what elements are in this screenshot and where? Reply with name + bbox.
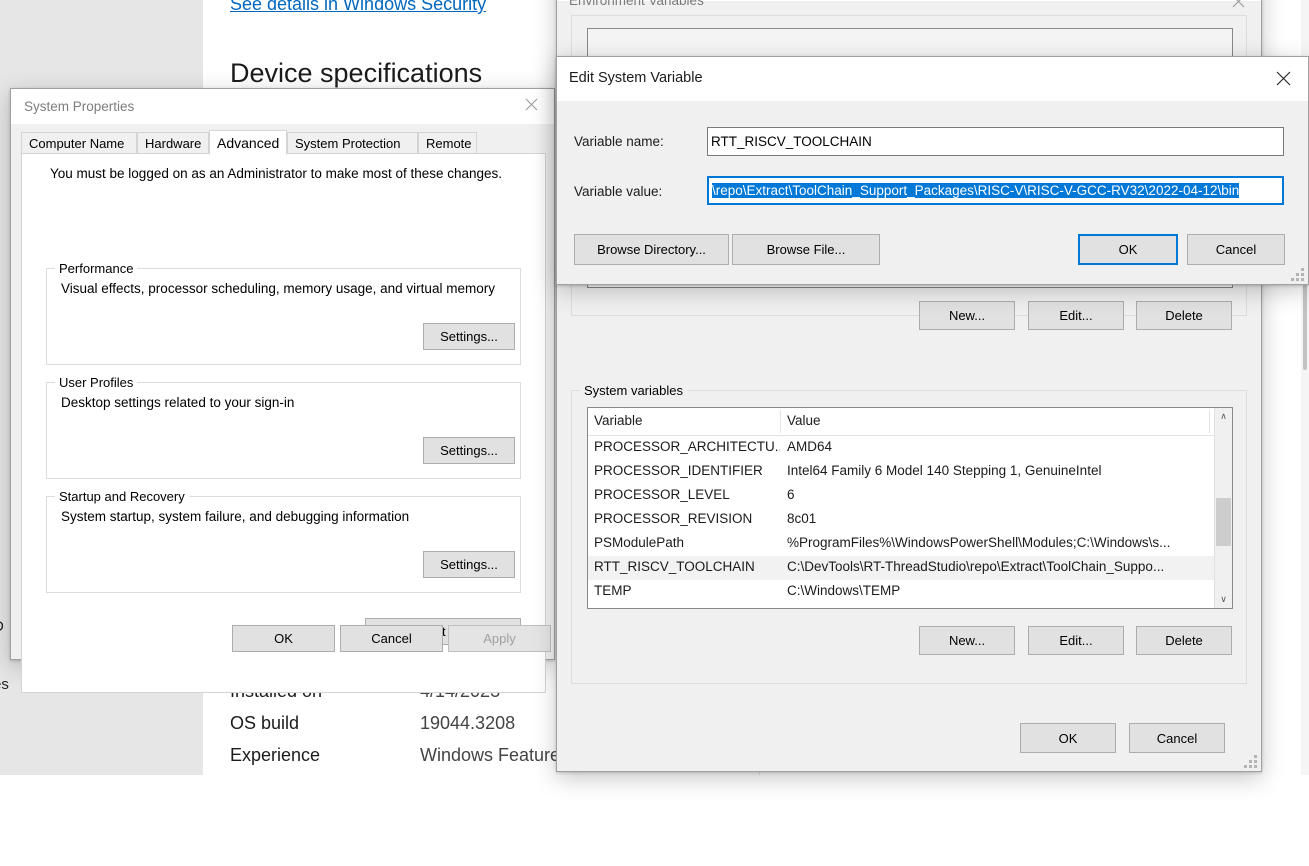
listview-header: Variable Value <box>588 408 1232 436</box>
variable-name-value: RTT_RISCV_TOOLCHAIN <box>711 134 872 149</box>
variable-name-label: Variable name: <box>574 134 664 149</box>
scroll-up-icon[interactable]: ∧ <box>1215 408 1232 425</box>
cell-value: C:\Windows\TEMP <box>787 583 901 598</box>
cell-variable: PROCESSOR_LEVEL <box>594 487 730 502</box>
sidebar-item-fragment[interactable]: es <box>0 676 9 693</box>
startup-recovery-settings-button[interactable]: Settings... <box>423 551 515 578</box>
cell-value: %ProgramFiles%\WindowsPowerShell\Modules… <box>787 535 1171 550</box>
performance-settings-button[interactable]: Settings... <box>423 323 515 350</box>
system-variables-groupbox: System variables Variable Value PROCESSO… <box>571 383 1247 684</box>
column-header-variable[interactable]: Variable <box>594 413 643 428</box>
resize-grip[interactable] <box>1244 755 1258 768</box>
system-properties-dialog: System Properties Computer Name Hardware… <box>10 88 555 693</box>
column-separator[interactable] <box>780 410 781 433</box>
system-properties-ok-button[interactable]: OK <box>232 625 335 652</box>
close-icon[interactable] <box>1215 0 1261 16</box>
cell-variable: PROCESSOR_IDENTIFIER <box>594 463 763 478</box>
table-row[interactable]: PROCESSOR_REVISION 8c01 <box>588 508 1232 532</box>
edit-system-variable-cancel-button[interactable]: Cancel <box>1187 234 1285 265</box>
variable-value-value: \repo\Extract\ToolChain_Support_Packages… <box>712 183 1240 198</box>
user-profiles-groupbox: User Profiles Desktop settings related t… <box>46 375 521 479</box>
resize-grip[interactable] <box>1291 268 1305 281</box>
system-variables-new-button[interactable]: New... <box>919 626 1015 655</box>
performance-groupbox-label: Performance <box>55 261 138 276</box>
column-separator[interactable] <box>1209 410 1210 433</box>
variable-value-label: Variable value: <box>574 184 663 199</box>
column-header-value[interactable]: Value <box>787 413 821 428</box>
environment-variables-titlebar: Environment Variables <box>557 0 1261 8</box>
browse-file-button[interactable]: Browse File... <box>732 234 880 265</box>
cell-value: C:\Windows\TEMP <box>787 607 900 608</box>
system-variables-edit-button[interactable]: Edit... <box>1028 626 1124 655</box>
cell-variable: TEMP <box>594 583 632 598</box>
see-details-in-windows-security-link[interactable]: See details in Windows Security <box>230 0 486 15</box>
user-variables-new-button[interactable]: New... <box>919 301 1015 330</box>
system-variables-listview[interactable]: Variable Value PROCESSOR_ARCHITECTU... A… <box>587 407 1233 609</box>
system-properties-titlebar: System Properties <box>11 89 554 124</box>
performance-groupbox: Performance Visual effects, processor sc… <box>46 261 521 365</box>
user-variables-delete-button[interactable]: Delete <box>1136 301 1232 330</box>
table-row[interactable]: PROCESSOR_IDENTIFIER Intel64 Family 6 Mo… <box>588 460 1232 484</box>
cell-value: Intel64 Family 6 Model 140 Stepping 1, G… <box>787 463 1102 478</box>
performance-description: Visual effects, processor scheduling, me… <box>61 281 495 296</box>
device-specifications-heading: Device specifications <box>230 58 483 88</box>
table-row-selected[interactable]: RTT_RISCV_TOOLCHAIN C:\DevTools\RT-Threa… <box>588 556 1232 580</box>
system-variables-groupbox-label: System variables <box>580 383 687 398</box>
table-row[interactable]: PROCESSOR_LEVEL 6 <box>588 484 1232 508</box>
edit-system-variable-dialog: Edit System Variable Variable name: RTT_… <box>556 56 1309 285</box>
cell-value: AMD64 <box>787 439 833 454</box>
browse-directory-button[interactable]: Browse Directory... <box>574 234 729 265</box>
cell-value: 6 <box>787 487 795 502</box>
edit-system-variable-titlebar: Edit System Variable <box>557 57 1308 101</box>
edit-system-variable-title: Edit System Variable <box>569 70 703 86</box>
table-row[interactable]: PSModulePath %ProgramFiles%\WindowsPower… <box>588 532 1232 556</box>
system-variables-delete-button[interactable]: Delete <box>1136 626 1232 655</box>
tab-system-protection[interactable]: System Protection <box>287 132 418 154</box>
administrator-hint: You must be logged on as an Administrato… <box>50 166 503 181</box>
startup-recovery-groupbox: Startup and Recovery System startup, sys… <box>46 489 521 593</box>
tab-remote[interactable]: Remote <box>418 132 477 154</box>
table-row[interactable]: TMP C:\Windows\TEMP <box>588 604 1232 608</box>
listview-scrollbar[interactable]: ∧ ∨ <box>1214 408 1232 608</box>
cell-value: 8c01 <box>787 511 817 526</box>
environment-variables-ok-button[interactable]: OK <box>1020 723 1116 753</box>
variable-name-input[interactable]: RTT_RISCV_TOOLCHAIN <box>707 127 1284 156</box>
user-variables-edit-button[interactable]: Edit... <box>1028 301 1124 330</box>
user-profiles-groupbox-label: User Profiles <box>55 375 138 390</box>
advanced-tab-page: You must be logged on as an Administrato… <box>21 153 546 693</box>
close-icon[interactable] <box>1260 63 1306 93</box>
spec-key: Experience <box>230 745 321 765</box>
system-properties-title: System Properties <box>24 99 135 114</box>
system-properties-cancel-button[interactable]: Cancel <box>340 625 443 652</box>
table-row[interactable]: TEMP C:\Windows\TEMP <box>588 580 1232 604</box>
variable-value-input[interactable]: \repo\Extract\ToolChain_Support_Packages… <box>707 176 1284 205</box>
close-icon[interactable] <box>508 89 554 119</box>
user-profiles-settings-button[interactable]: Settings... <box>423 437 515 464</box>
cell-variable: PROCESSOR_REVISION <box>594 511 753 526</box>
system-properties-tabstrip: Computer Name Hardware Advanced System P… <box>21 130 546 155</box>
user-profiles-description: Desktop settings related to your sign-in <box>61 395 295 410</box>
sidebar-item-fragment[interactable]: D <box>0 618 4 635</box>
tab-computer-name[interactable]: Computer Name <box>21 132 137 154</box>
cell-variable: PSModulePath <box>594 535 685 550</box>
startup-recovery-description: System startup, system failure, and debu… <box>61 509 410 524</box>
environment-variables-title: Environment Variables <box>569 0 704 8</box>
environment-variables-cancel-button[interactable]: Cancel <box>1129 723 1225 753</box>
edit-system-variable-ok-button[interactable]: OK <box>1078 234 1178 265</box>
scroll-down-icon[interactable]: ∨ <box>1215 591 1232 608</box>
cell-variable: RTT_RISCV_TOOLCHAIN <box>594 559 755 574</box>
spec-key: OS build <box>230 713 300 733</box>
spec-value: 19044.3208 <box>420 713 516 733</box>
cell-variable: TMP <box>594 607 623 608</box>
cell-variable: PROCESSOR_ARCHITECTU... <box>594 439 780 454</box>
scrollbar-thumb[interactable] <box>1216 498 1231 546</box>
tab-advanced[interactable]: Advanced <box>209 130 287 155</box>
table-row[interactable]: PROCESSOR_ARCHITECTU... AMD64 <box>588 436 1232 460</box>
tab-hardware[interactable]: Hardware <box>137 132 209 154</box>
startup-recovery-groupbox-label: Startup and Recovery <box>55 489 189 504</box>
sidebar-item-fragment[interactable]: ti <box>0 196 1 213</box>
system-properties-apply-button[interactable]: Apply <box>448 625 551 652</box>
cell-value: C:\DevTools\RT-ThreadStudio\repo\Extract… <box>787 559 1165 574</box>
